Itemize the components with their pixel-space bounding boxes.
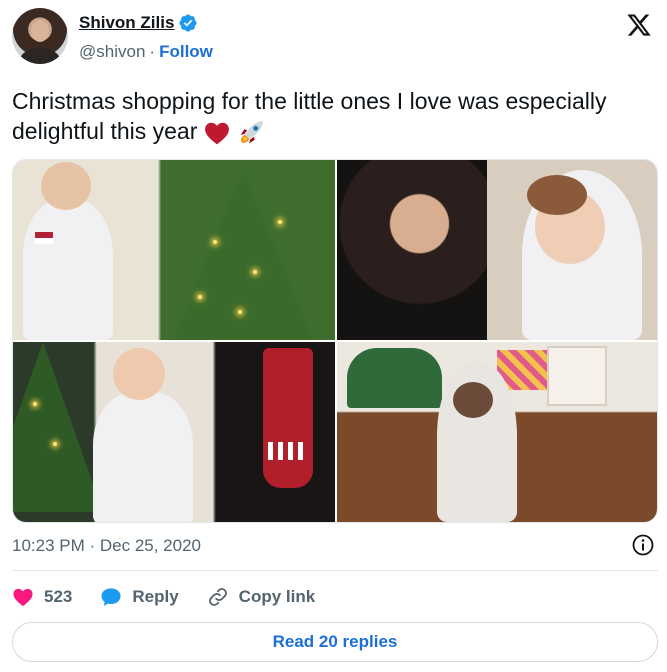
rocket-icon	[240, 120, 264, 144]
link-icon	[208, 588, 227, 606]
tweet-text-body: Christmas shopping for the little ones I…	[12, 88, 607, 144]
tweet-card: Shivon Zilis @shivon · Follow Christmas …	[0, 0, 667, 672]
photo-toddler-in-hood[interactable]	[337, 342, 657, 522]
read-replies-label: Read 20 replies	[272, 632, 398, 651]
photo-grid	[12, 159, 658, 523]
copy-link-button[interactable]: Copy link	[207, 586, 316, 608]
author-name[interactable]: Shivon Zilis	[79, 13, 174, 33]
author-handle[interactable]: @shivon	[79, 42, 145, 62]
avatar[interactable]	[12, 8, 68, 64]
tweet-text: Christmas shopping for the little ones I…	[12, 86, 658, 148]
divider	[12, 570, 658, 571]
action-bar: 523 Reply Copy link	[12, 584, 343, 610]
x-logo-icon[interactable]	[625, 12, 653, 38]
read-replies-button[interactable]: Read 20 replies	[12, 622, 658, 662]
reply-button[interactable]: Reply	[100, 587, 179, 607]
timestamp[interactable]: 10:23 PM · Dec 25, 2020	[12, 536, 201, 556]
like-button[interactable]: 523	[12, 587, 72, 607]
photo-toddler-by-tree[interactable]	[13, 160, 335, 340]
follow-button[interactable]: Follow	[159, 42, 213, 62]
copy-link-label: Copy link	[238, 587, 316, 606]
reply-bubble-icon	[101, 588, 121, 606]
verified-badge-icon	[179, 14, 197, 32]
handle-row: @shivon · Follow	[79, 42, 213, 62]
red-heart-icon	[204, 122, 229, 145]
author-name-row: Shivon Zilis	[79, 13, 198, 33]
info-icon[interactable]	[631, 533, 655, 557]
heart-icon	[13, 588, 33, 607]
separator-dot: ·	[149, 42, 156, 61]
reply-label: Reply	[132, 587, 179, 606]
like-count: 523	[44, 587, 73, 606]
photo-mother-and-child[interactable]	[337, 160, 657, 340]
photo-boy-in-spacesuit[interactable]	[13, 342, 335, 522]
